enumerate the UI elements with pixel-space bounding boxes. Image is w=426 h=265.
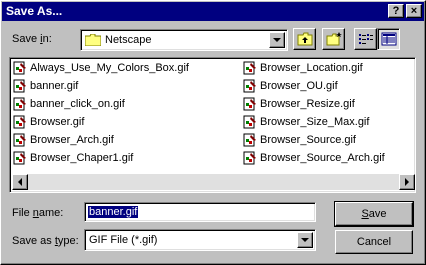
file-item[interactable]: banner_click_on.gif [13,96,125,112]
file-item[interactable]: Always_Use_My_Colors_Box.gif [13,60,189,76]
file-item[interactable]: Browser_OU.gif [243,78,338,94]
file-item[interactable]: Browser_Size_Max.gif [243,114,369,130]
title-bar: Save As... ? × [2,2,424,21]
file-item-label: banner.gif [30,80,79,92]
gif-file-icon [243,79,257,93]
gif-file-icon [13,115,27,129]
save-in-value: Netscape [105,34,152,46]
gif-file-icon [13,133,27,147]
file-item[interactable]: Browser_Arch.gif [13,132,114,148]
file-item-label: Browser_Resize.gif [260,98,355,110]
file-item-label: Browser_Source.gif [260,134,356,146]
horizontal-scrollbar[interactable] [12,174,415,190]
details-icon [381,32,396,46]
file-item[interactable]: banner.gif [13,78,78,94]
file-item-label: Browser.gif [30,116,85,128]
gif-file-icon [243,151,257,165]
file-item[interactable]: Browser_Chaper1.gif [13,150,133,166]
gif-file-icon [13,97,27,111]
save-as-type-dropdown[interactable]: GIF File (*.gif) [84,229,316,251]
details-view-button[interactable] [377,28,400,50]
gif-file-icon [13,151,27,165]
file-name-label: File name: [12,207,64,219]
new-folder-icon [326,32,342,46]
file-item-label: Browser_Size_Max.gif [260,116,370,128]
close-button[interactable]: × [406,4,422,18]
up-one-level-button[interactable] [293,28,316,50]
save-in-dropdown[interactable]: Netscape [80,29,288,51]
scroll-right-button[interactable] [399,174,415,190]
file-item[interactable]: Browser_Resize.gif [243,96,355,112]
file-item-label: Browser_Arch.gif [30,134,114,146]
gif-file-icon [13,61,27,75]
file-item[interactable]: Browser_Location.gif [243,60,363,76]
file-item[interactable]: Browser_Source_Arch.gif [243,150,385,166]
file-item-label: Browser_OU.gif [260,80,338,92]
file-item-label: banner_click_on.gif [30,98,125,110]
file-list[interactable]: Always_Use_My_Colors_Box.gif banner.gif ba… [9,57,416,193]
list-view-button[interactable] [354,28,377,50]
file-item-label: Browser_Source_Arch.gif [260,152,385,164]
save-button[interactable]: Save [334,201,414,227]
save-as-type-value: GIF File (*.gif) [89,234,158,246]
file-item-label: Browser_Location.gif [260,62,363,74]
gif-file-icon [243,61,257,75]
gif-file-icon [243,115,257,129]
file-item[interactable]: Browser_Source.gif [243,132,356,148]
file-name-input[interactable]: banner.gif [84,202,316,222]
help-button[interactable]: ? [388,4,404,18]
gif-file-icon [13,79,27,93]
dialog-title: Save As... [6,4,63,18]
scroll-left-button[interactable] [12,174,28,190]
file-name-value: banner.gif [88,206,139,218]
file-item-label: Always_Use_My_Colors_Box.gif [30,62,189,74]
chevron-down-icon[interactable] [297,232,313,248]
gif-file-icon [243,97,257,111]
folder-icon [84,33,102,47]
create-new-folder-button[interactable] [322,28,345,50]
list-icon [358,34,373,44]
cancel-button[interactable]: Cancel [335,230,413,254]
file-item[interactable]: Browser.gif [13,114,84,130]
save-as-type-label: Save as type: [12,235,79,247]
save-in-label: Save in: [12,33,52,45]
gif-file-icon [243,133,257,147]
chevron-down-icon[interactable] [269,32,285,48]
file-item-label: Browser_Chaper1.gif [30,152,134,164]
up-folder-icon [297,32,312,46]
